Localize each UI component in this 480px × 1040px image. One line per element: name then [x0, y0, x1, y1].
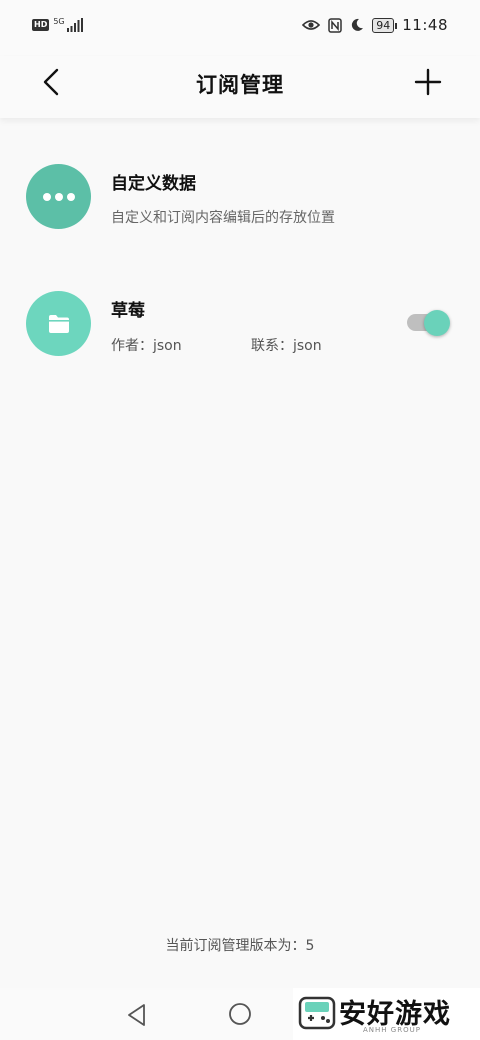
- nfc-icon: [328, 17, 343, 33]
- subscription-title: 草莓: [111, 301, 145, 321]
- battery-icon: 94: [372, 17, 398, 33]
- page-title: 订阅管理: [196, 73, 284, 97]
- watermark-subtext: ANHH GROUP: [363, 1026, 421, 1034]
- add-subscription-button[interactable]: [412, 66, 444, 98]
- signal-icon: [67, 18, 84, 32]
- nav-back-button[interactable]: [124, 1002, 150, 1028]
- subscription-author: 作者：json: [111, 338, 182, 354]
- watermark: 安好游戏 ANHH GROUP: [293, 988, 480, 1040]
- folder-icon: [48, 314, 69, 333]
- more-dots-icon: [42, 192, 75, 201]
- custom-data-item[interactable]: 自定义数据 自定义和订阅内容编辑后的存放位置: [0, 147, 480, 247]
- triangle-back-icon: [128, 1004, 145, 1026]
- subscription-item[interactable]: 草莓 作者：json 联系：json: [0, 274, 480, 374]
- status-time: 11:48: [402, 16, 448, 34]
- gamepad-logo-icon: [298, 996, 336, 1030]
- status-bar: HD 5G 94 11:48: [0, 0, 480, 56]
- custom-data-avatar: [26, 164, 91, 229]
- version-text: 当前订阅管理版本为：5: [165, 938, 315, 954]
- toggle-knob: [424, 310, 450, 336]
- app-bar: 订阅管理: [0, 56, 480, 118]
- status-left: HD 5G: [32, 17, 84, 32]
- custom-data-title: 自定义数据: [111, 174, 196, 194]
- subscription-enable-toggle[interactable]: [405, 308, 451, 338]
- subscription-avatar: [26, 291, 91, 356]
- subscription-contact: 联系：json: [251, 338, 322, 354]
- hd-badge: HD: [32, 19, 50, 31]
- eye-icon: [302, 20, 321, 30]
- network-type: 5G: [53, 17, 65, 26]
- nav-home-button[interactable]: [228, 1002, 252, 1026]
- custom-data-description: 自定义和订阅内容编辑后的存放位置: [111, 210, 335, 226]
- plus-icon: [414, 68, 442, 96]
- circle-home-icon: [229, 1003, 251, 1025]
- moon-icon: [352, 18, 364, 31]
- status-right: 94 11:48: [302, 16, 448, 34]
